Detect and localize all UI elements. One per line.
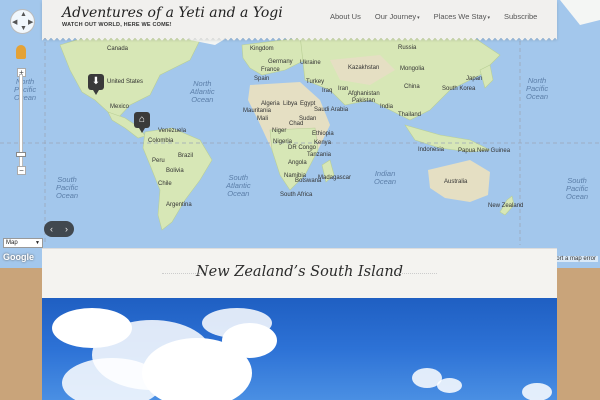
next-arrow-icon[interactable]: › bbox=[65, 221, 68, 237]
country-label: Australia bbox=[444, 179, 468, 185]
cloud-shape bbox=[62, 358, 162, 400]
site-tagline: WATCH OUT WORLD, HERE WE COME! bbox=[62, 22, 172, 28]
download-marker[interactable]: ⬇ bbox=[88, 74, 104, 95]
street-view-pegman-icon[interactable] bbox=[16, 45, 26, 59]
country-label: Colombia bbox=[148, 138, 174, 144]
page-background-left bbox=[0, 268, 42, 400]
google-logo: Google bbox=[3, 252, 34, 262]
ocean-label: South Pacific Ocean bbox=[566, 176, 589, 201]
nav-label: Places We Stay bbox=[433, 12, 487, 21]
country-label: Brazil bbox=[178, 153, 194, 159]
ocean-label: North Pacific Ocean bbox=[526, 76, 549, 101]
country-label: Egypt bbox=[300, 101, 316, 107]
ocean-label: Indian Ocean bbox=[374, 169, 397, 186]
report-map-error-link[interactable]: port a map error bbox=[550, 256, 598, 262]
main-nav: About Us Our Journey▾ Places We Stay▾ Su… bbox=[330, 12, 537, 21]
country-label: Iran bbox=[338, 86, 349, 92]
country-label: Mali bbox=[257, 116, 269, 122]
post-header: New Zealand’s South Island bbox=[42, 248, 557, 298]
site-header: Adventures of a Yeti and a Yogi WATCH OU… bbox=[42, 0, 557, 43]
country-label: Afghanistan bbox=[348, 91, 380, 97]
country-label: Indonesia bbox=[418, 147, 445, 153]
chevron-down-icon: ▾ bbox=[487, 15, 490, 21]
country-label: Saudi Arabia bbox=[314, 107, 349, 113]
nav-label: Subscribe bbox=[503, 12, 538, 21]
pan-down-icon[interactable]: ▼ bbox=[20, 25, 27, 32]
pan-up-icon[interactable]: ▲ bbox=[20, 11, 27, 18]
nav-item-about-us[interactable]: About Us bbox=[330, 12, 361, 21]
post-title[interactable]: New Zealand’s South Island bbox=[42, 264, 557, 280]
nav-item-our-journey[interactable]: Our Journey▾ bbox=[375, 12, 420, 21]
country-label: Bolivia bbox=[166, 168, 184, 174]
country-label: Mexico bbox=[110, 104, 130, 110]
gallery-arrows: ‹ › bbox=[44, 221, 74, 237]
country-label: Thailand bbox=[398, 112, 422, 118]
country-label: Papua New Guinea bbox=[458, 148, 511, 154]
chevron-down-icon: ▾ bbox=[417, 15, 420, 21]
cloud-shape bbox=[522, 383, 552, 400]
divider bbox=[397, 273, 437, 274]
country-label: Angola bbox=[288, 160, 307, 166]
country-label: Ukraine bbox=[300, 60, 321, 66]
nav-item-subscribe[interactable]: Subscribe bbox=[504, 12, 537, 21]
country-label: South Africa bbox=[280, 192, 313, 198]
cloud-shape bbox=[222, 323, 277, 358]
hotel-marker[interactable]: ⌂ bbox=[134, 112, 150, 133]
country-label: Ethiopia bbox=[312, 131, 334, 137]
country-label: New Zealand bbox=[488, 203, 524, 209]
post-hero-image[interactable] bbox=[42, 298, 557, 400]
country-label: China bbox=[404, 84, 420, 90]
map-type-label: Map bbox=[6, 240, 18, 246]
country-label: Turkey bbox=[306, 79, 325, 85]
pan-right-icon[interactable]: ▶ bbox=[28, 18, 33, 26]
ocean-label: North Pacific Ocean bbox=[14, 77, 37, 102]
country-label: Germany bbox=[268, 59, 293, 65]
country-label: Venezuela bbox=[158, 128, 187, 134]
country-label: Iraq bbox=[322, 88, 333, 94]
country-label: Niger bbox=[272, 128, 287, 134]
nav-item-places-we-stay[interactable]: Places We Stay▾ bbox=[434, 12, 490, 21]
map-type-select[interactable]: Map ▼ bbox=[3, 238, 43, 248]
country-label: Tanzania bbox=[307, 152, 332, 158]
site-title[interactable]: Adventures of a Yeti and a Yogi bbox=[62, 5, 283, 21]
chevron-down-icon: ▼ bbox=[35, 240, 40, 246]
ocean-label: South Atlantic Ocean bbox=[226, 173, 251, 198]
country-label: Argentina bbox=[166, 202, 192, 208]
nav-label: Our Journey bbox=[374, 12, 417, 21]
country-label: Pakistan bbox=[352, 98, 376, 104]
country-label: Libya bbox=[283, 101, 298, 107]
country-label: Kazakhstan bbox=[348, 65, 380, 71]
zoom-slider-thumb[interactable] bbox=[16, 152, 26, 157]
country-label: South Korea bbox=[442, 86, 476, 92]
prev-arrow-icon[interactable]: ‹ bbox=[50, 221, 53, 237]
zoom-out-button[interactable]: − bbox=[17, 166, 26, 175]
country-label: Sudan bbox=[299, 116, 317, 122]
country-label: Kingdom bbox=[250, 46, 274, 52]
country-label: Chile bbox=[158, 181, 172, 187]
pan-left-icon[interactable]: ◀ bbox=[12, 18, 17, 26]
country-label: France bbox=[261, 67, 280, 73]
ocean-label: North Atlantic Ocean bbox=[190, 79, 215, 104]
page-background-right bbox=[557, 268, 600, 400]
country-label: Russia bbox=[398, 45, 417, 51]
ocean-label: South Pacific Ocean bbox=[56, 175, 79, 200]
country-label: Mauritania bbox=[243, 108, 272, 114]
country-label: Mongolia bbox=[400, 66, 425, 72]
country-label: Japan bbox=[466, 76, 483, 82]
country-label: India bbox=[380, 104, 394, 110]
nav-label: About Us bbox=[330, 12, 361, 21]
country-label: DR Congo bbox=[288, 145, 317, 151]
country-label: United States bbox=[107, 79, 144, 85]
country-label: Canada bbox=[107, 46, 129, 52]
country-label: Kenya bbox=[314, 140, 332, 146]
country-label: Madagascar bbox=[318, 175, 352, 181]
country-label: Peru bbox=[152, 158, 165, 164]
cloud-shape bbox=[437, 378, 462, 393]
map-pan-control[interactable]: ▲ ▼ ◀ ▶ bbox=[10, 9, 35, 34]
country-label: Spain bbox=[254, 76, 270, 82]
country-label: Algeria bbox=[261, 101, 280, 107]
